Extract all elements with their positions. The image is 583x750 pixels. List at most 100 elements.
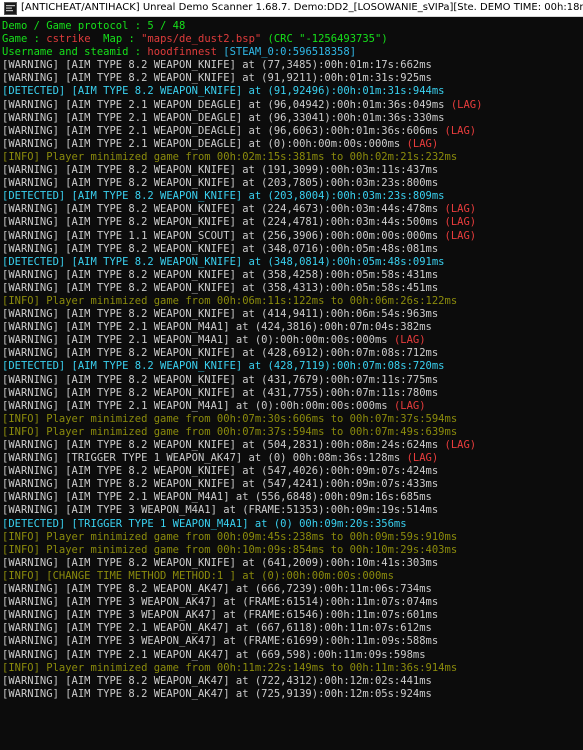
log-line: [WARNING] [TRIGGER TYPE 1 WEAPON_AK47] a… bbox=[2, 452, 583, 465]
log-line: [WARNING] [AIM TYPE 2.1 WEAPON_DEAGLE] a… bbox=[2, 125, 583, 138]
log-text: (LAG) bbox=[393, 334, 426, 347]
log-line: [WARNING] [AIM TYPE 2.1 WEAPON_M4A1] at … bbox=[2, 321, 583, 334]
log-text: [WARNING] [TRIGGER TYPE 1 WEAPON_AK47] a… bbox=[2, 452, 407, 465]
log-line: [WARNING] [AIM TYPE 8.2 WEAPON_KNIFE] at… bbox=[2, 59, 583, 72]
log-text: (LAG) bbox=[444, 439, 477, 451]
log-text: [WARNING] [AIM TYPE 8.2 WEAPON_KNIFE] at… bbox=[2, 281, 439, 294]
log-line: [WARNING] [AIM TYPE 2.1 WEAPON_DEAGLE] a… bbox=[2, 99, 583, 112]
log-text: [WARNING] [AIM TYPE 8.2 WEAPON_KNIFE] at… bbox=[2, 72, 432, 85]
log-text: [WARNING] [AIM TYPE 2.1 WEAPON_M4A1] at … bbox=[2, 491, 432, 504]
log-line: [WARNING] [AIM TYPE 8.2 WEAPON_KNIFE] at… bbox=[2, 216, 583, 229]
log-text: [INFO] Player minimized game from 00h:07… bbox=[2, 425, 458, 438]
log-line: [WARNING] [AIM TYPE 2.1 WEAPON_M4A1] at … bbox=[2, 400, 583, 413]
log-text: [WARNING] [AIM TYPE 8.2 WEAPON_KNIFE] at… bbox=[2, 203, 445, 216]
log-line: [WARNING] [AIM TYPE 3 WEAPON_AK47] at (F… bbox=[2, 609, 583, 622]
log-text: [WARNING] [AIM TYPE 3 WEAPON_M4A1] at (F… bbox=[2, 504, 439, 517]
log-text: (LAG) bbox=[444, 124, 477, 137]
log-text: Game : bbox=[2, 33, 47, 46]
log-text: [WARNING] [AIM TYPE 3 WEAPON_AK47] at (F… bbox=[2, 609, 439, 622]
log-line: [WARNING] [AIM TYPE 1.1 WEAPON_SCOUT] at… bbox=[2, 230, 583, 243]
log-line: [INFO] Player minimized game from 00h:07… bbox=[2, 426, 583, 439]
log-line: [INFO] [CHANGE TIME METHOD METHOD:1 ] at… bbox=[2, 570, 583, 583]
log-text: [WARNING] [AIM TYPE 8.2 WEAPON_KNIFE] at… bbox=[2, 164, 439, 177]
log-text: (LAG) bbox=[444, 229, 477, 242]
log-text: [DETECTED] [AIM TYPE 8.2 WEAPON_KNIFE] a… bbox=[2, 85, 445, 98]
log-text: Map : bbox=[90, 33, 142, 46]
log-line: [DETECTED] [AIM TYPE 8.2 WEAPON_KNIFE] a… bbox=[2, 360, 583, 373]
log-line: Game : cstrike Map : "maps/de_dust2.bsp"… bbox=[2, 33, 583, 46]
log-line: [WARNING] [AIM TYPE 8.2 WEAPON_KNIFE] at… bbox=[2, 282, 583, 295]
log-text: hoodfinnest bbox=[147, 46, 217, 59]
log-text: [WARNING] [AIM TYPE 8.2 WEAPON_KNIFE] at… bbox=[2, 347, 439, 360]
log-text: [DETECTED] [TRIGGER TYPE 1 WEAPON_M4A1] … bbox=[2, 517, 407, 530]
log-text: [WARNING] [AIM TYPE 2.1 WEAPON_DEAGLE] a… bbox=[2, 111, 445, 124]
log-line: [WARNING] [AIM TYPE 3 WEAPON_AK47] at (F… bbox=[2, 635, 583, 648]
log-text: [WARNING] [AIM TYPE 8.2 WEAPON_KNIFE] at… bbox=[2, 439, 445, 451]
log-text: [WARNING] [AIM TYPE 2.1 WEAPON_M4A1] at … bbox=[2, 321, 432, 334]
log-text: cstrike bbox=[46, 33, 91, 46]
log-text: [STEAM_0:0:596518358] bbox=[216, 46, 357, 59]
log-line: [INFO] Player minimized game from 00h:11… bbox=[2, 662, 583, 675]
log-text: [WARNING] [AIM TYPE 8.2 WEAPON_KNIFE] at… bbox=[2, 478, 439, 491]
log-text: [WARNING] [AIM TYPE 8.2 WEAPON_KNIFE] at… bbox=[2, 59, 432, 72]
log-line: [WARNING] [AIM TYPE 8.2 WEAPON_KNIFE] at… bbox=[2, 387, 583, 400]
log-text: Username and steamid : bbox=[2, 46, 148, 59]
log-line: Demo / Game protocol : 5 / 48 bbox=[2, 20, 583, 33]
log-line: [WARNING] [AIM TYPE 3 WEAPON_AK47] at (F… bbox=[2, 596, 583, 609]
log-line: [WARNING] [AIM TYPE 8.2 WEAPON_KNIFE] at… bbox=[2, 177, 583, 190]
log-text: [WARNING] [AIM TYPE 2.1 WEAPON_AK47] at … bbox=[2, 622, 432, 635]
log-text: [DETECTED] [AIM TYPE 8.2 WEAPON_KNIFE] a… bbox=[2, 255, 445, 268]
log-line: [WARNING] [AIM TYPE 3 WEAPON_M4A1] at (F… bbox=[2, 504, 583, 517]
log-text: [WARNING] [AIM TYPE 8.2 WEAPON_KNIFE] at… bbox=[2, 386, 439, 399]
log-text: [WARNING] [AIM TYPE 2.1 WEAPON_AK47] at … bbox=[2, 648, 426, 661]
log-text: [WARNING] [AIM TYPE 8.2 WEAPON_KNIFE] at… bbox=[2, 373, 439, 386]
log-text: [INFO] Player minimized game from 00h:06… bbox=[2, 294, 458, 307]
log-text: [WARNING] [AIM TYPE 8.2 WEAPON_KNIFE] at… bbox=[2, 177, 439, 190]
log-text: [INFO] [CHANGE TIME METHOD METHOD:1 ] at… bbox=[2, 569, 394, 582]
log-line: [WARNING] [AIM TYPE 8.2 WEAPON_KNIFE] at… bbox=[2, 439, 583, 452]
log-text: [WARNING] [AIM TYPE 3 WEAPON_AK47] at (F… bbox=[2, 635, 439, 648]
log-text: [INFO] Player minimized game from 00h:07… bbox=[2, 412, 458, 425]
log-text: (LAG) bbox=[444, 203, 477, 216]
title-bar[interactable]: [ANTICHEAT/ANTIHACK] Unreal Demo Scanner… bbox=[0, 0, 583, 17]
log-text: (LAG) bbox=[393, 399, 426, 412]
log-line: [INFO] Player minimized game from 00h:10… bbox=[2, 544, 583, 557]
log-line: [INFO] Player minimized game from 00h:06… bbox=[2, 295, 583, 308]
log-text: (LAG) bbox=[406, 452, 439, 465]
log-line: [WARNING] [AIM TYPE 2.1 WEAPON_M4A1] at … bbox=[2, 491, 583, 504]
log-text: [WARNING] [AIM TYPE 8.2 WEAPON_KNIFE] at… bbox=[2, 216, 445, 229]
log-line: [DETECTED] [AIM TYPE 8.2 WEAPON_KNIFE] a… bbox=[2, 85, 583, 98]
window-title: [ANTICHEAT/ANTIHACK] Unreal Demo Scanner… bbox=[21, 2, 583, 13]
log-text: [WARNING] [AIM TYPE 2.1 WEAPON_DEAGLE] a… bbox=[2, 137, 407, 150]
console-output[interactable]: Demo / Game protocol : 5 / 48 Game : cstr… bbox=[0, 17, 583, 750]
log-text: [INFO] Player minimized game from 00h:09… bbox=[2, 530, 458, 543]
console-window: [ANTICHEAT/ANTIHACK] Unreal Demo Scanner… bbox=[0, 0, 583, 750]
log-text: [WARNING] [AIM TYPE 2.1 WEAPON_M4A1] at … bbox=[2, 399, 394, 412]
log-text: [WARNING] [AIM TYPE 1.1 WEAPON_SCOUT] at… bbox=[2, 229, 445, 242]
log-line: [WARNING] [AIM TYPE 2.1 WEAPON_M4A1] at … bbox=[2, 334, 583, 347]
log-text: [WARNING] [AIM TYPE 8.2 WEAPON_AK47] at … bbox=[2, 583, 432, 596]
log-text: [WARNING] [AIM TYPE 8.2 WEAPON_AK47] at … bbox=[2, 687, 432, 700]
log-line: [WARNING] [AIM TYPE 8.2 WEAPON_KNIFE] at… bbox=[2, 72, 583, 85]
log-line: [WARNING] [AIM TYPE 8.2 WEAPON_AK47] at … bbox=[2, 583, 583, 596]
app-icon bbox=[4, 1, 17, 15]
log-line: [DETECTED] [AIM TYPE 8.2 WEAPON_KNIFE] a… bbox=[2, 256, 583, 269]
log-line: [WARNING] [AIM TYPE 2.1 WEAPON_AK47] at … bbox=[2, 649, 583, 662]
log-line: [INFO] Player minimized game from 00h:09… bbox=[2, 531, 583, 544]
log-text: [DETECTED] [AIM TYPE 8.2 WEAPON_KNIFE] a… bbox=[2, 190, 445, 203]
log-line: [INFO] Player minimized game from 00h:02… bbox=[2, 151, 583, 164]
log-line: [DETECTED] [AIM TYPE 8.2 WEAPON_KNIFE] a… bbox=[2, 190, 583, 203]
log-line: [WARNING] [AIM TYPE 8.2 WEAPON_AK47] at … bbox=[2, 675, 583, 688]
log-text: (LAG) bbox=[450, 98, 483, 111]
log-text: [WARNING] [AIM TYPE 2.1 WEAPON_DEAGLE] a… bbox=[2, 98, 451, 111]
log-line: [WARNING] [AIM TYPE 8.2 WEAPON_KNIFE] at… bbox=[2, 203, 583, 216]
log-text: [WARNING] [AIM TYPE 8.2 WEAPON_KNIFE] at… bbox=[2, 242, 439, 255]
log-text: [INFO] Player minimized game from 00h:02… bbox=[2, 150, 458, 163]
log-line: [INFO] Player minimized game from 00h:07… bbox=[2, 413, 583, 426]
log-line: [WARNING] [AIM TYPE 2.1 WEAPON_DEAGLE] a… bbox=[2, 138, 583, 151]
log-line: [WARNING] [AIM TYPE 8.2 WEAPON_KNIFE] at… bbox=[2, 478, 583, 491]
log-text: (LAG) bbox=[406, 137, 439, 150]
log-text: [WARNING] [AIM TYPE 2.1 WEAPON_M4A1] at … bbox=[2, 334, 394, 347]
log-text: Demo / Game protocol : 5 / 48 bbox=[2, 20, 186, 32]
log-line: [WARNING] [AIM TYPE 2.1 WEAPON_AK47] at … bbox=[2, 622, 583, 635]
